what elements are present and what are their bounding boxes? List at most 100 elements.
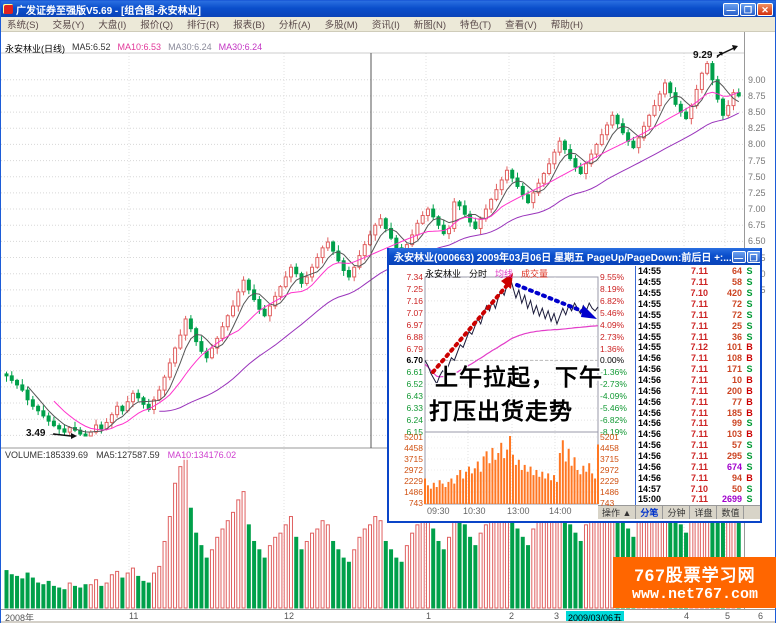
price-axis-tick: 9.00 bbox=[748, 75, 766, 85]
intraday-popup-window[interactable]: 永安林业(000663) 2009年03月06日 星期五 PageUp/Page… bbox=[387, 248, 762, 523]
intraday-vol-tick: 4458 bbox=[600, 443, 619, 453]
legend-avg-line[interactable]: 均线 bbox=[495, 267, 513, 280]
intraday-time-label: 09:30 bbox=[427, 506, 450, 516]
tick-row[interactable]: 14:567.1157S bbox=[636, 440, 760, 451]
menu-item-9[interactable]: 新图(N) bbox=[414, 17, 446, 31]
legend-fenshi[interactable]: 分时 bbox=[469, 267, 487, 280]
intraday-tab-2[interactable]: 分钟 bbox=[663, 506, 690, 519]
tick-volume: 72 bbox=[708, 299, 742, 309]
tick-volume: 420 bbox=[708, 288, 742, 298]
tick-row[interactable]: 14:567.1199S bbox=[636, 418, 760, 429]
tick-time: 14:56 bbox=[636, 473, 672, 483]
menu-item-8[interactable]: 资讯(I) bbox=[372, 17, 400, 31]
tick-row[interactable]: 14:557.1172S bbox=[636, 309, 760, 320]
restore-button[interactable]: ❐ bbox=[740, 3, 756, 16]
tick-row[interactable]: 14:567.11200B bbox=[636, 385, 760, 396]
tick-row[interactable]: 14:567.1110B bbox=[636, 375, 760, 386]
intraday-price-tick: 6.43 bbox=[391, 391, 423, 401]
intraday-tab-3[interactable]: 详盘 bbox=[690, 506, 717, 519]
menu-item-10[interactable]: 特色(T) bbox=[460, 17, 491, 31]
intraday-vol-tick: 5201 bbox=[395, 432, 423, 442]
intraday-pct-tick: 9.55% bbox=[600, 272, 624, 282]
intraday-title-bar[interactable]: 永安林业(000663) 2009年03月06日 星期五 PageUp/Page… bbox=[389, 248, 760, 265]
menu-item-0[interactable]: 系统(S) bbox=[7, 17, 39, 31]
volume-ma5-value: MA5:127587.59 bbox=[96, 450, 160, 460]
tick-time: 14:56 bbox=[636, 364, 672, 374]
tick-flag: B bbox=[742, 397, 757, 407]
tick-row[interactable]: 14:567.11108B bbox=[636, 353, 760, 364]
legend-stock-name: 永安林业 bbox=[425, 267, 461, 280]
title-bar[interactable]: 广发证券至强版V5.69 - [组合图-永安林业] — ❐ ✕ bbox=[1, 1, 775, 17]
tick-row[interactable]: 14:557.10420S bbox=[636, 288, 760, 299]
tick-flag: B bbox=[742, 375, 757, 385]
tick-flag: S bbox=[742, 288, 757, 298]
ma20-value: MA30:6.24 bbox=[168, 42, 212, 55]
menu-item-6[interactable]: 分析(A) bbox=[279, 17, 311, 31]
tick-row[interactable]: 14:577.1050S bbox=[636, 483, 760, 494]
tick-row[interactable]: 14:557.12101B bbox=[636, 342, 760, 353]
tick-row[interactable]: 14:567.11103B bbox=[636, 429, 760, 440]
price-axis-tick: 7.00 bbox=[748, 204, 766, 214]
intraday-price-tick: 6.52 bbox=[391, 379, 423, 389]
menu-item-2[interactable]: 大盘(I) bbox=[98, 17, 126, 31]
intraday-vol-tick: 5201 bbox=[600, 432, 619, 442]
close-button[interactable]: ✕ bbox=[757, 3, 773, 16]
tick-row[interactable]: 14:557.1164S bbox=[636, 266, 760, 277]
tick-volume: 108 bbox=[708, 353, 742, 363]
menu-item-1[interactable]: 交易(Y) bbox=[53, 17, 85, 31]
price-axis-tick: 6.75 bbox=[748, 220, 766, 230]
intraday-pct-tick: 0.00% bbox=[600, 355, 624, 365]
intraday-price-tick: 7.07 bbox=[391, 308, 423, 318]
menu-item-3[interactable]: 报价(Q) bbox=[140, 17, 173, 31]
tick-volume: 50 bbox=[708, 484, 742, 494]
intraday-price-tick: 7.16 bbox=[391, 296, 423, 306]
intraday-vol-tick: 1486 bbox=[395, 487, 423, 497]
time-axis[interactable]: 2008年11121232009/03/06五456 bbox=[1, 609, 775, 621]
tick-row[interactable]: 14:557.1172S bbox=[636, 299, 760, 310]
tick-row[interactable]: 14:557.1136S bbox=[636, 331, 760, 342]
tick-row[interactable]: 14:557.1125S bbox=[636, 320, 760, 331]
tick-flag: S bbox=[742, 484, 757, 494]
timeline-label: 3 bbox=[554, 611, 559, 621]
app-icon bbox=[3, 4, 13, 14]
menu-item-12[interactable]: 帮助(H) bbox=[551, 17, 583, 31]
menu-item-11[interactable]: 查看(V) bbox=[505, 17, 537, 31]
tick-row[interactable]: 14:567.1194B bbox=[636, 472, 760, 483]
intraday-vol-tick: 3715 bbox=[395, 454, 423, 464]
tick-row[interactable]: 14:567.11185B bbox=[636, 407, 760, 418]
application-window: 广发证券至强版V5.69 - [组合图-永安林业] — ❐ ✕ 系统(S) 交易(… bbox=[0, 0, 776, 623]
tick-row[interactable]: 14:567.11674S bbox=[636, 461, 760, 472]
tick-flag: S bbox=[742, 462, 757, 472]
minimize-button[interactable]: — bbox=[723, 3, 739, 16]
menu-bar: 系统(S) 交易(Y) 大盘(I) 报价(Q) 排行(R) 报表(B) 分析(A) 多股(M)… bbox=[1, 17, 775, 32]
tick-time: 14:55 bbox=[636, 321, 672, 331]
price-axis-tick: 8.25 bbox=[748, 123, 766, 133]
tick-row[interactable]: 14:567.11171S bbox=[636, 364, 760, 375]
tick-price: 7.12 bbox=[672, 342, 708, 352]
legend-volume[interactable]: 成交量 bbox=[521, 267, 548, 280]
intraday-tab-1[interactable]: 分笔 bbox=[636, 506, 663, 519]
intraday-pct-tick: 8.19% bbox=[600, 284, 624, 294]
tick-row[interactable]: 14:557.1158S bbox=[636, 277, 760, 288]
tick-flag: S bbox=[742, 277, 757, 287]
annotation-line-2: 打压出货走势 bbox=[429, 392, 573, 426]
tick-flag: S bbox=[742, 332, 757, 342]
tick-row[interactable]: 14:567.1177B bbox=[636, 396, 760, 407]
tick-price: 7.10 bbox=[672, 288, 708, 298]
tick-by-tick-list[interactable]: 14:557.1164S14:557.1158S14:557.10420S14:… bbox=[635, 266, 760, 505]
tick-price: 7.10 bbox=[672, 484, 708, 494]
tick-flag: S bbox=[742, 299, 757, 309]
intraday-minimize-button[interactable]: — bbox=[732, 251, 746, 263]
timeline-label: 11 bbox=[129, 611, 138, 621]
menu-item-4[interactable]: 排行(R) bbox=[187, 17, 219, 31]
stock-period-label: 永安林业(日线) bbox=[5, 42, 65, 55]
price-axis-tick: 7.75 bbox=[748, 156, 766, 166]
tick-row[interactable]: 15:007.112699S bbox=[636, 494, 760, 505]
intraday-tab-4[interactable]: 数值 bbox=[717, 506, 744, 519]
intraday-legend: 永安林业 分时 均线 成交量 bbox=[425, 267, 548, 280]
menu-item-5[interactable]: 报表(B) bbox=[233, 17, 265, 31]
intraday-restore-button[interactable]: ❐ bbox=[747, 251, 760, 263]
tick-flag: B bbox=[742, 473, 757, 483]
tick-row[interactable]: 14:567.11295S bbox=[636, 451, 760, 462]
menu-item-7[interactable]: 多股(M) bbox=[325, 17, 358, 31]
